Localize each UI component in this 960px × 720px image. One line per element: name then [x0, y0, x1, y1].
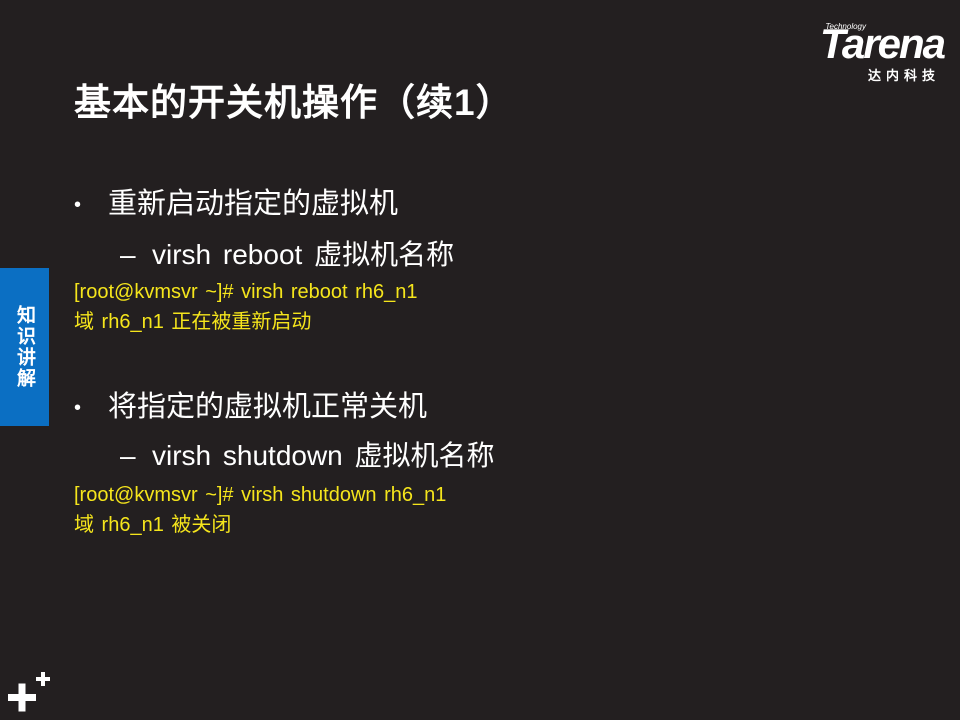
tarena-logo: Technology Tarena 达内科技	[774, 20, 946, 84]
side-tab-label: 知识讲解	[14, 305, 35, 389]
side-tab: 知识讲解	[0, 268, 49, 426]
sub-shutdown-text: virsh shutdown 虚拟机名称	[152, 440, 495, 471]
bullet-dot: •	[74, 193, 82, 216]
code-line: 域 rh6_n1 正在被重新启动	[74, 311, 312, 333]
bullet-shutdown-text: 将指定的虚拟机正常关机	[108, 391, 428, 423]
sub-shutdown: – virsh shutdown 虚拟机名称	[120, 434, 495, 474]
plus-logo-icon	[8, 672, 50, 712]
code-block-shutdown: [root@kvmsvr ~]# virsh shutdown rh6_n1 域…	[74, 480, 446, 540]
sub-reboot: – virsh reboot 虚拟机名称	[120, 233, 454, 273]
logo-subtitle: 达内科技	[867, 68, 940, 83]
bullet-shutdown: • 将指定的虚拟机正常关机	[74, 383, 427, 425]
code-line: [root@kvmsvr ~]# virsh shutdown rh6_n1	[74, 484, 447, 506]
sub-dash: –	[120, 239, 136, 270]
code-line: [root@kvmsvr ~]# virsh reboot rh6_n1	[74, 281, 418, 303]
code-block-reboot: [root@kvmsvr ~]# virsh reboot rh6_n1 域 r…	[74, 277, 417, 337]
bullet-reboot-text: 重新启动指定的虚拟机	[108, 188, 399, 220]
logo-wordmark: Tarena	[819, 20, 946, 67]
bullet-reboot: • 重新启动指定的虚拟机	[74, 180, 398, 222]
slide-title: 基本的开关机操作（续1）	[74, 82, 514, 123]
bullet-dot: •	[74, 396, 82, 419]
code-line: 域 rh6_n1 被关闭	[74, 514, 232, 536]
sub-dash: –	[120, 440, 136, 471]
sub-reboot-text: virsh reboot 虚拟机名称	[152, 239, 455, 270]
